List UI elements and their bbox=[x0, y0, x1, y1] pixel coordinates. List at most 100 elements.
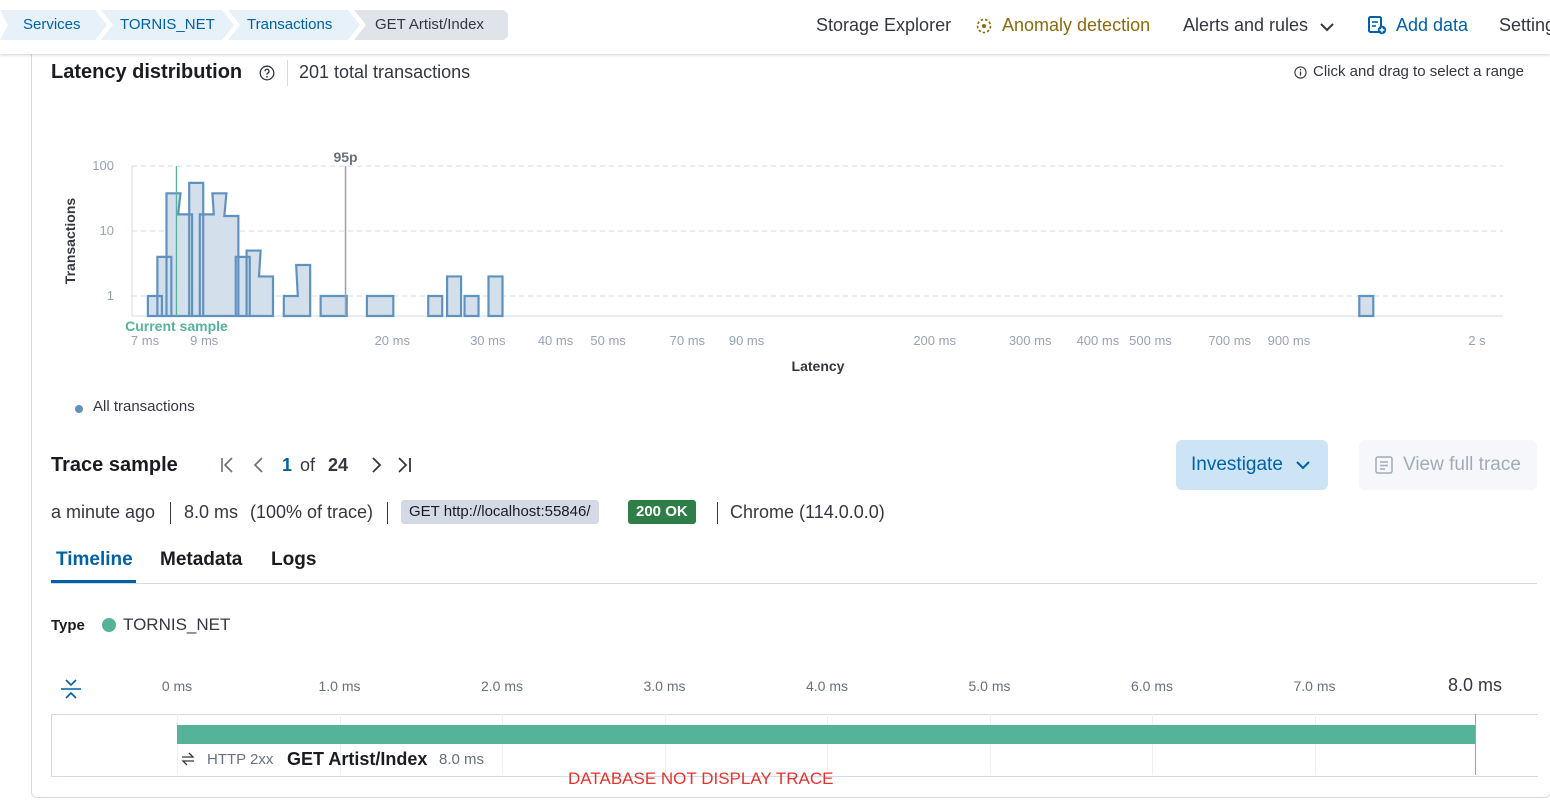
histogram-bin[interactable] bbox=[447, 276, 461, 316]
x-tick-label: 90 ms bbox=[729, 333, 765, 348]
y-tick-100: 100 bbox=[92, 158, 114, 173]
histogram-bin[interactable] bbox=[489, 276, 503, 316]
breadcrumb-service-name[interactable]: TORNIS_NET bbox=[120, 10, 215, 40]
investigate-label: Investigate bbox=[1191, 454, 1283, 475]
anomaly-detection-link[interactable]: Anomaly detection bbox=[1002, 15, 1150, 36]
histogram-bin[interactable] bbox=[284, 296, 298, 316]
y-axis-label: Transactions bbox=[62, 198, 78, 285]
timeline-gridline bbox=[1314, 714, 1316, 775]
divider bbox=[170, 502, 171, 524]
histogram-bin[interactable] bbox=[321, 296, 335, 316]
first-page-icon[interactable] bbox=[219, 456, 237, 479]
tab-timeline[interactable]: Timeline bbox=[56, 549, 133, 571]
timeline-gridline bbox=[1152, 714, 1153, 775]
help-icon[interactable] bbox=[259, 65, 275, 86]
legend-all-transactions[interactable]: All transactions bbox=[93, 398, 195, 415]
y-tick-1: 1 bbox=[107, 288, 114, 303]
histogram-bin[interactable] bbox=[200, 214, 214, 316]
timeline-tick-label: 5.0 ms bbox=[968, 678, 1011, 694]
divider bbox=[717, 502, 718, 524]
investigate-button[interactable]: Investigate bbox=[1176, 440, 1328, 490]
x-tick-label: 20 ms bbox=[375, 333, 411, 348]
timeline-tick-label: 6.0 ms bbox=[1130, 678, 1173, 694]
breadcrumb-current: GET Artist/Index bbox=[375, 16, 484, 33]
x-tick-label: 40 ms bbox=[538, 333, 574, 348]
view-full-trace-label: View full trace bbox=[1403, 454, 1521, 475]
type-label: Type bbox=[51, 617, 85, 634]
timeline-end-line bbox=[1475, 714, 1476, 775]
chevron-down-icon bbox=[1295, 457, 1311, 479]
histogram-bin[interactable] bbox=[379, 296, 393, 316]
x-tick-label: 7 ms bbox=[131, 333, 160, 348]
tabs-divider bbox=[51, 583, 1537, 584]
next-page-icon[interactable] bbox=[367, 456, 385, 479]
anomaly-icon bbox=[975, 17, 993, 40]
histogram-bin[interactable] bbox=[212, 193, 226, 316]
type-dot bbox=[102, 618, 116, 632]
user-agent: Chrome (114.0.0.0) bbox=[730, 502, 885, 522]
timeline-end-tick: 8.0 ms bbox=[1448, 675, 1503, 695]
trace-percent: (100% of trace) bbox=[250, 502, 374, 522]
percentile-95-label: 95p bbox=[333, 149, 357, 165]
histogram-bin[interactable] bbox=[428, 296, 442, 316]
storage-explorer-link[interactable]: Storage Explorer bbox=[816, 15, 951, 36]
x-tick-label: 200 ms bbox=[913, 333, 956, 348]
tab-active-indicator bbox=[51, 580, 136, 583]
last-page-icon[interactable] bbox=[396, 456, 414, 479]
latency-title: Latency distribution bbox=[51, 61, 243, 83]
x-tick-label: 30 ms bbox=[470, 333, 506, 348]
x-tick-label: 70 ms bbox=[670, 333, 706, 348]
chevron-down-icon[interactable] bbox=[1318, 18, 1336, 41]
span-name[interactable]: GET Artist/Index bbox=[287, 749, 427, 770]
breadcrumb-transactions[interactable]: Transactions bbox=[247, 10, 332, 40]
x-tick-labels: 7 ms 9 ms 20 ms 30 ms 40 ms 50 ms 70 ms 90 ms 20… bbox=[131, 333, 1486, 348]
current-page[interactable]: 1 bbox=[282, 455, 292, 476]
exchange-icon bbox=[180, 751, 196, 772]
alerts-and-rules-menu[interactable]: Alerts and rules bbox=[1183, 15, 1308, 36]
previous-page-icon[interactable] bbox=[250, 456, 268, 479]
tab-metadata[interactable]: Metadata bbox=[160, 549, 242, 571]
tab-logs[interactable]: Logs bbox=[271, 549, 316, 571]
collapse-all-icon[interactable] bbox=[60, 678, 82, 705]
timeline-tick-label: 1.0 ms bbox=[318, 678, 361, 694]
timeline-gridline bbox=[827, 714, 828, 775]
timeline-gridline bbox=[989, 714, 991, 775]
add-data-link[interactable]: Add data bbox=[1396, 15, 1468, 36]
histogram-bin[interactable] bbox=[465, 296, 479, 316]
breadcrumb-services[interactable]: Services bbox=[23, 10, 81, 40]
span-bar[interactable] bbox=[177, 725, 1475, 744]
x-tick-label: 300 ms bbox=[1009, 333, 1052, 348]
total-transactions: 201 total transactions bbox=[299, 62, 471, 82]
histogram-bin[interactable] bbox=[296, 265, 310, 316]
latency-distribution-chart[interactable]: 100 10 1 Transactions 95p Current sample… bbox=[55, 140, 1515, 380]
x-tick-label: 50 ms bbox=[590, 333, 626, 348]
grid bbox=[131, 165, 1503, 317]
x-axis-label: Latency bbox=[792, 358, 845, 374]
divider bbox=[287, 60, 288, 86]
trace-timestamp: a minute ago bbox=[51, 502, 156, 522]
histogram-bin[interactable] bbox=[333, 296, 347, 316]
timeline-gridline bbox=[664, 714, 666, 775]
timeline-tick-label: 2.0 ms bbox=[480, 678, 523, 694]
view-full-trace-button[interactable]: View full trace bbox=[1359, 440, 1537, 490]
trace-sample-title: Trace sample bbox=[51, 454, 178, 476]
legend-dot bbox=[75, 405, 83, 413]
x-tick-label: 9 ms bbox=[190, 333, 219, 348]
top-bar: Services TORNIS_NET Transactions GET Art… bbox=[0, 0, 1550, 54]
settings-link[interactable]: Settings bbox=[1499, 15, 1550, 36]
histogram-bin[interactable] bbox=[367, 296, 381, 316]
x-tick-label: 900 ms bbox=[1268, 333, 1311, 348]
timeline-gridline bbox=[177, 714, 178, 775]
histogram-bin[interactable] bbox=[1359, 296, 1373, 316]
histogram-bin[interactable] bbox=[247, 251, 261, 316]
request-url-badge: GET http://localhost:55846/ bbox=[401, 500, 599, 524]
x-tick-label: 500 ms bbox=[1129, 333, 1172, 348]
total-pages: 24 bbox=[328, 455, 349, 475]
current-sample-label: Current sample bbox=[125, 318, 228, 334]
type-value: TORNIS_NET bbox=[123, 615, 231, 634]
drag-hint: Click and drag to select a range bbox=[1313, 63, 1524, 80]
timeline-gridline bbox=[502, 714, 503, 775]
page-of: of bbox=[300, 455, 316, 475]
document-icon bbox=[1374, 455, 1394, 481]
histogram-bin[interactable] bbox=[259, 276, 273, 316]
